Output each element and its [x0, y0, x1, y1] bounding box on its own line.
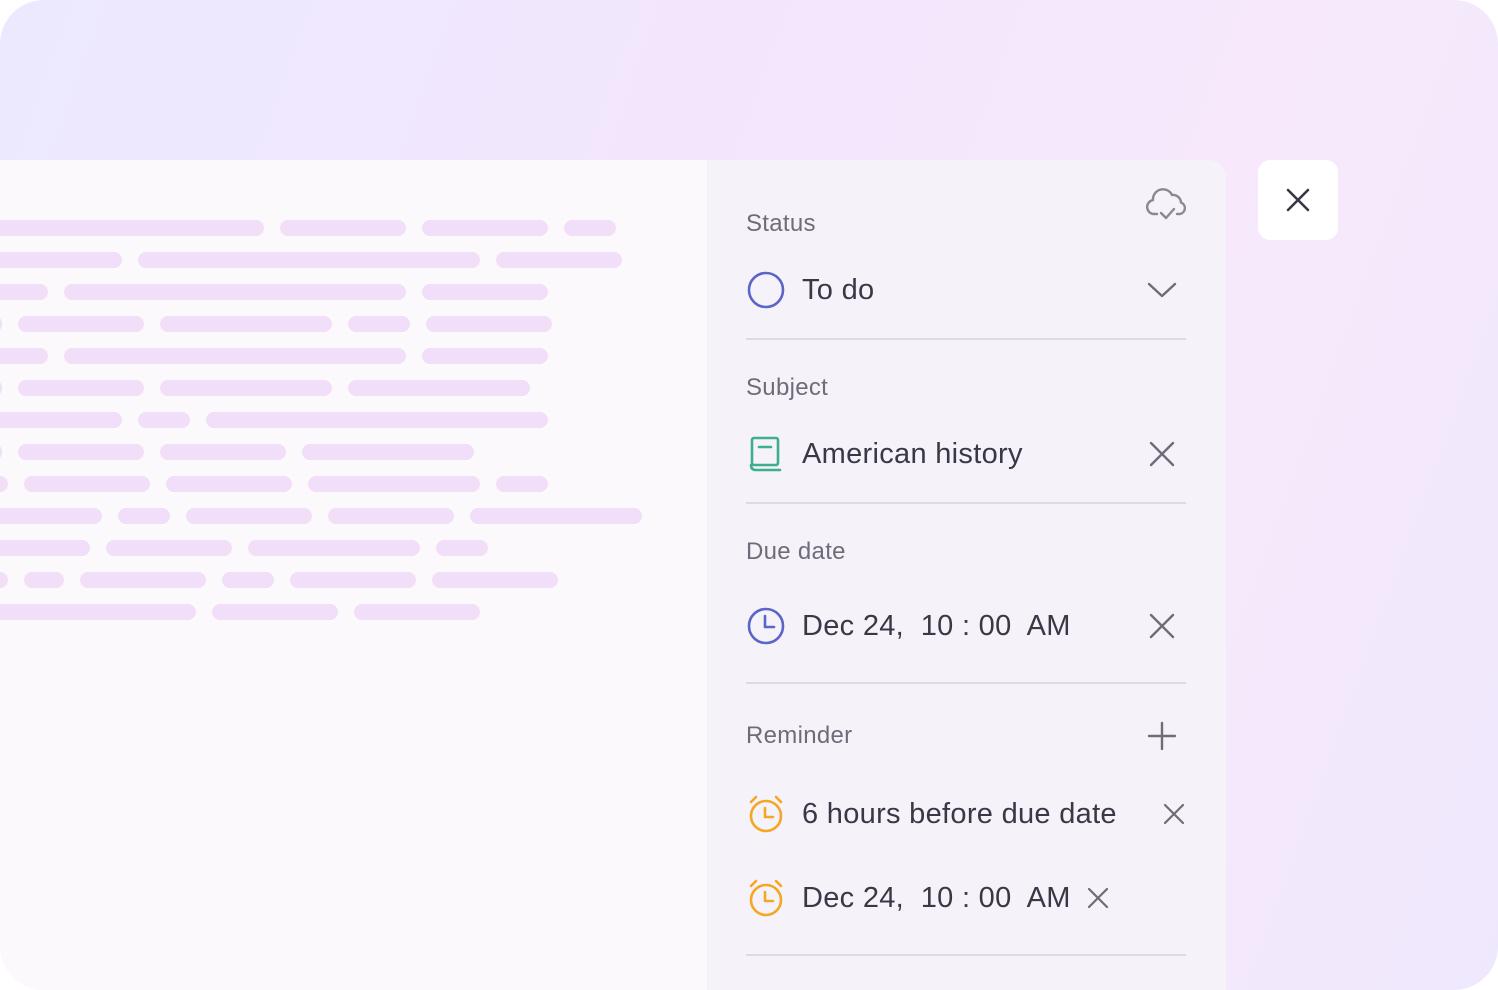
remove-reminder-icon[interactable]	[1162, 802, 1186, 826]
reminder-item-value: 6 hours before due date	[802, 797, 1117, 830]
divider	[746, 502, 1186, 504]
task-details-panel: Status To do Subject American history Du…	[707, 160, 1226, 990]
placeholder-line	[280, 220, 406, 236]
placeholder-line	[348, 316, 410, 332]
placeholder-line	[64, 348, 406, 364]
status-select[interactable]: To do	[746, 268, 1186, 312]
cloud-check-icon	[1145, 188, 1187, 220]
placeholder-line	[0, 284, 48, 300]
placeholder-line	[248, 540, 420, 556]
placeholder-line	[0, 412, 122, 428]
placeholder-line	[0, 604, 196, 620]
app-frame: Status To do Subject American history Du…	[0, 0, 1498, 990]
reminder-item-value: Dec 24, 10 : 00 AM	[802, 881, 1071, 914]
clear-subject-icon[interactable]	[1146, 438, 1178, 470]
placeholder-text-lines	[0, 220, 642, 620]
placeholder-line	[80, 572, 206, 588]
reminder-label: Reminder	[746, 722, 853, 749]
subject-field[interactable]: American history	[746, 432, 1186, 476]
document-area	[0, 160, 707, 990]
close-icon	[1286, 188, 1310, 212]
placeholder-line	[24, 476, 150, 492]
placeholder-line	[222, 572, 274, 588]
circle-icon	[747, 271, 785, 309]
placeholder-line	[106, 540, 232, 556]
placeholder-line	[422, 220, 548, 236]
placeholder-line	[0, 382, 2, 394]
placeholder-line	[0, 476, 8, 492]
placeholder-line	[18, 380, 144, 396]
placeholder-line	[0, 540, 90, 556]
placeholder-line	[0, 348, 48, 364]
placeholder-line	[0, 220, 264, 236]
placeholder-line	[186, 508, 312, 524]
due-date-label: Due date	[746, 538, 846, 565]
placeholder-line	[328, 508, 454, 524]
placeholder-line	[0, 446, 2, 458]
divider	[746, 682, 1186, 684]
clock-icon	[747, 607, 785, 645]
placeholder-line	[436, 540, 488, 556]
divider	[746, 338, 1186, 340]
placeholder-line	[496, 252, 622, 268]
placeholder-line	[348, 380, 530, 396]
subject-value: American history	[802, 437, 1023, 470]
due-date-field[interactable]: Dec 24, 10 : 00 AM	[746, 604, 1186, 648]
placeholder-line	[206, 412, 548, 428]
placeholder-line	[160, 380, 332, 396]
plus-icon[interactable]	[1146, 720, 1178, 752]
alarm-clock-icon	[749, 795, 783, 833]
placeholder-line	[354, 604, 480, 620]
placeholder-line	[212, 604, 338, 620]
reminder-item[interactable]: Dec 24, 10 : 00 AM	[746, 876, 1186, 920]
clear-due-date-icon[interactable]	[1146, 610, 1178, 642]
placeholder-line	[0, 572, 8, 588]
placeholder-line	[308, 476, 480, 492]
placeholder-line	[0, 252, 122, 268]
placeholder-line	[470, 508, 642, 524]
book-icon	[749, 436, 782, 472]
placeholder-line	[18, 444, 144, 460]
close-button[interactable]	[1258, 160, 1338, 240]
placeholder-line	[160, 316, 332, 332]
placeholder-line	[64, 284, 406, 300]
chevron-down-icon[interactable]	[1146, 274, 1178, 306]
placeholder-line	[0, 508, 102, 524]
placeholder-line	[496, 476, 548, 492]
placeholder-line	[564, 220, 616, 236]
placeholder-line	[118, 508, 170, 524]
due-date-value: Dec 24, 10 : 00 AM	[802, 609, 1071, 642]
status-value: To do	[802, 273, 875, 306]
placeholder-line	[422, 348, 548, 364]
divider	[746, 954, 1186, 956]
placeholder-line	[24, 572, 64, 588]
subject-label: Subject	[746, 374, 829, 401]
remove-reminder-icon[interactable]	[1086, 886, 1110, 910]
placeholder-line	[166, 476, 292, 492]
placeholder-line	[138, 252, 480, 268]
placeholder-line	[302, 444, 474, 460]
placeholder-line	[422, 284, 548, 300]
placeholder-line	[18, 316, 144, 332]
reminder-item[interactable]: 6 hours before due date	[746, 792, 1186, 836]
status-label: Status	[746, 210, 816, 237]
placeholder-line	[290, 572, 416, 588]
alarm-clock-icon	[749, 879, 783, 917]
placeholder-line	[426, 316, 552, 332]
placeholder-line	[0, 318, 2, 330]
placeholder-line	[432, 572, 558, 588]
placeholder-line	[138, 412, 190, 428]
placeholder-line	[160, 444, 286, 460]
